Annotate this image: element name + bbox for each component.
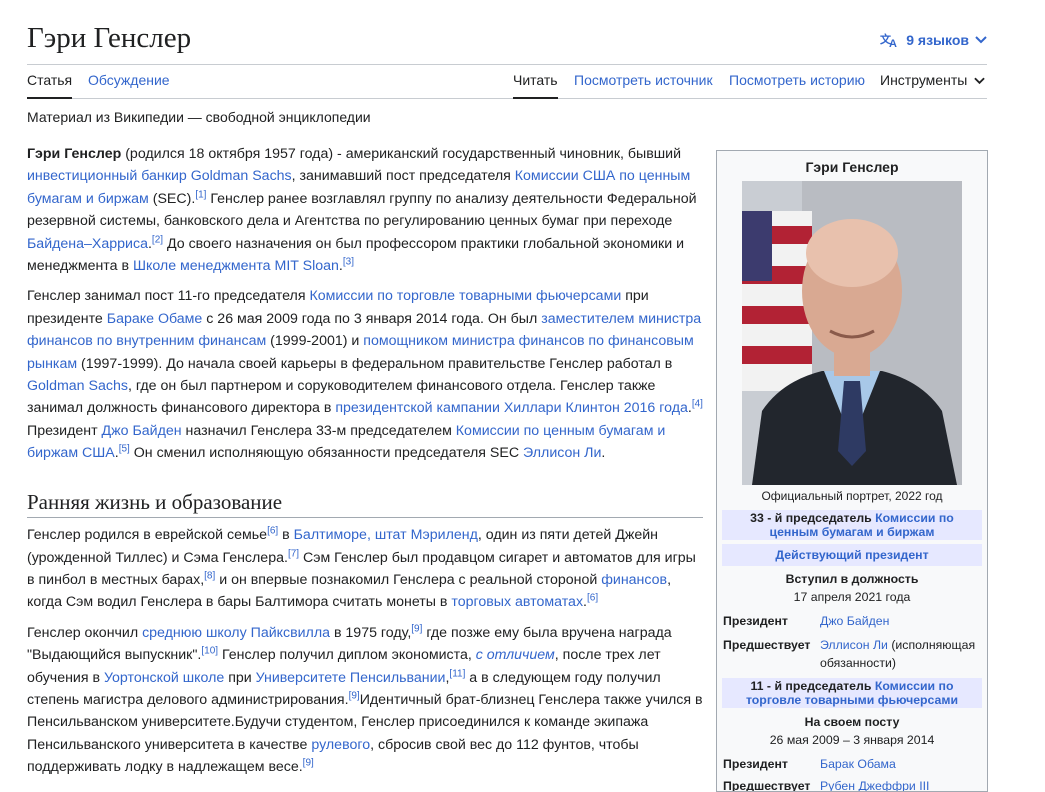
text: и он впервые познакомил Генслера с реаль…	[215, 571, 602, 588]
office-prefix: 33 - й председатель	[750, 511, 876, 525]
link-goldman-banker[interactable]: инвестиционный банкир Goldman Sachs	[27, 168, 292, 184]
tab-view-source[interactable]: Посмотреть источник	[574, 72, 713, 97]
link-vending-machines[interactable]: торговых автоматах	[451, 594, 583, 610]
reference-link[interactable]: [8]	[204, 570, 215, 581]
president-row-2: Президент Барак Обама	[723, 755, 981, 773]
text: при	[224, 669, 256, 686]
text: (SEC).	[148, 190, 196, 207]
infobox-title: Гэри Генслер	[805, 159, 899, 175]
reference-link[interactable]: [5]	[119, 444, 130, 455]
link-coxswain[interactable]: рулевого	[311, 737, 370, 753]
chevron-down-icon	[974, 77, 985, 85]
infobox: Гэри Генслер Официальный портрет, 2022 г…	[716, 150, 988, 792]
tools-menu[interactable]: Инструменты	[880, 72, 985, 97]
reference-link[interactable]: [10]	[201, 645, 218, 656]
text: (родился 18 октября 1957 года) - америка…	[121, 146, 682, 162]
link-biden[interactable]: Джо Байден	[102, 423, 182, 439]
tools-label: Инструменты	[880, 72, 968, 88]
in-office-label: На своем посту	[804, 715, 900, 729]
office-prefix: 11 - й председатель	[750, 679, 875, 693]
text: , занимавший пост председателя	[291, 168, 515, 185]
reference-link[interactable]: [2]	[152, 234, 163, 245]
reference-link[interactable]: [1]	[195, 189, 206, 200]
office-header-sec: 33 - й председатель Комиссии по ценным б…	[722, 510, 982, 540]
in-office-dates: 26 мая 2009 – 3 января 2014	[769, 733, 935, 747]
link-summa-cum-laude[interactable]: с отличием	[476, 647, 555, 663]
preceded-row-2: Предшествует Рубен Джеффри III	[723, 777, 981, 792]
link-pikesville-school[interactable]: среднюю школу Пайксвилла	[142, 625, 330, 641]
section-heading: Ранняя жизнь и образование	[27, 490, 703, 519]
president-label: Президент	[723, 614, 788, 628]
link-mit-sloan[interactable]: Школе менеджмента MIT Sloan	[133, 258, 339, 274]
link-wharton[interactable]: Уортонской школе	[104, 670, 224, 686]
text: (1999-2001) и	[266, 333, 364, 350]
text: Он сменил исполняющую обязанности предсе…	[129, 445, 524, 462]
text: в 1975 году,	[330, 624, 412, 641]
translate-icon: 文 A	[880, 32, 897, 48]
reference-link[interactable]: [7]	[288, 548, 299, 559]
text: назначил Генслера 33-м председателем	[181, 422, 456, 439]
link-finance[interactable]: финансов	[601, 572, 667, 588]
reference-link[interactable]: [6]	[587, 593, 598, 604]
reference-link[interactable]: [9]	[349, 690, 360, 701]
text: (1997-1999). До начала своей карьеры в ф…	[77, 355, 673, 372]
preceded-label: Предшествует	[723, 779, 811, 792]
reference-link[interactable]: [3]	[343, 256, 354, 267]
paragraph-intro: Гэри Генслер (родился 18 октября 1957 го…	[27, 143, 703, 277]
reference-link[interactable]: [6]	[267, 525, 278, 536]
link-allison-lee[interactable]: Эллисон Ли	[523, 445, 601, 461]
chevron-down-icon	[975, 36, 987, 44]
link-upenn[interactable]: Университете Пенсильвании	[256, 670, 446, 686]
text: Генслер занимал пост 11-го председателя	[27, 288, 310, 305]
link-goldman-sachs[interactable]: Goldman Sachs	[27, 378, 128, 394]
link-baltimore[interactable]: Балтиморе, штат Мэриленд	[294, 527, 478, 543]
text: Президент	[27, 422, 102, 439]
languages-label: 9 языков	[906, 32, 969, 48]
tab-talk[interactable]: Обсуждение	[88, 72, 170, 97]
text: в	[278, 527, 294, 544]
link-joe-biden[interactable]: Джо Байден	[820, 614, 889, 628]
tab-view-history[interactable]: Посмотреть историю	[729, 72, 865, 97]
reference-link[interactable]: [9]	[411, 623, 422, 634]
tab-read[interactable]: Читать	[513, 72, 558, 99]
flag-shape	[742, 211, 812, 391]
page-tabs: Статья Обсуждение Читать Посмотреть исто…	[27, 72, 987, 99]
incumbent-label: Действующий президент	[722, 544, 982, 566]
tab-article[interactable]: Статья	[27, 72, 73, 99]
portrait-image[interactable]	[742, 181, 962, 485]
title-row: Гэри Генслер 文 A 9 языков	[27, 20, 987, 65]
article-body: Гэри Генслер (родился 18 октября 1957 го…	[27, 143, 703, 787]
languages-button[interactable]: 文 A 9 языков	[880, 32, 987, 48]
president-label: Президент	[723, 757, 788, 771]
link-biden-harris[interactable]: Байдена–Харриса	[27, 236, 148, 252]
president-row: Президент Джо Байден	[723, 612, 981, 630]
preceded-label: Предшествует	[723, 638, 811, 652]
text: Генслер родился в еврейской семье	[27, 527, 268, 544]
reference-link[interactable]: [9]	[303, 757, 314, 768]
link-cftc[interactable]: Комиссии по торговле товарными фьючерсам…	[309, 288, 621, 304]
link-clinton-campaign[interactable]: президентской кампании Хиллари Клинтон 2…	[335, 400, 688, 416]
office-header-cftc: 11 - й председатель Комиссии по торговле…	[722, 678, 982, 708]
portrait-caption: Официальный портрет, 2022 год	[761, 489, 943, 503]
paragraph-education: Генслер окончил среднюю школу Пайксвилла…	[27, 622, 703, 779]
svg-text:A: A	[889, 38, 897, 48]
page-title: Гэри Генслер	[27, 22, 192, 54]
paragraph-early-life: Генслер родился в еврейской семье[6] в Б…	[27, 524, 703, 614]
link-barack-obama[interactable]: Барак Обама	[820, 757, 896, 771]
link-incumbent[interactable]: Действующий президент	[775, 548, 928, 562]
tagline: Материал из Википедии — свободной энцикл…	[27, 109, 371, 125]
subject-name: Гэри Генслер	[27, 146, 122, 162]
preceded-row: Предшествует Эллисон Ли (исполняющая обя…	[723, 636, 981, 672]
reference-link[interactable]: [4]	[692, 399, 703, 410]
reference-link[interactable]: [11]	[449, 668, 465, 679]
link-allison-lee-infobox[interactable]: Эллисон Ли	[820, 638, 888, 652]
text: Генслер окончил	[27, 624, 143, 641]
text: .	[601, 445, 606, 462]
link-obama[interactable]: Бараке Обаме	[107, 311, 203, 327]
assumed-office-date: 17 апреля 2021 года	[793, 590, 911, 604]
assumed-office-label: Вступил в должность	[785, 572, 919, 586]
text: с 26 мая 2009 года по 3 января 2014 года…	[202, 310, 542, 327]
text: Генслер получил диплом экономиста,	[218, 647, 476, 664]
paragraph-career: Генслер занимал пост 11-го председателя …	[27, 285, 703, 464]
